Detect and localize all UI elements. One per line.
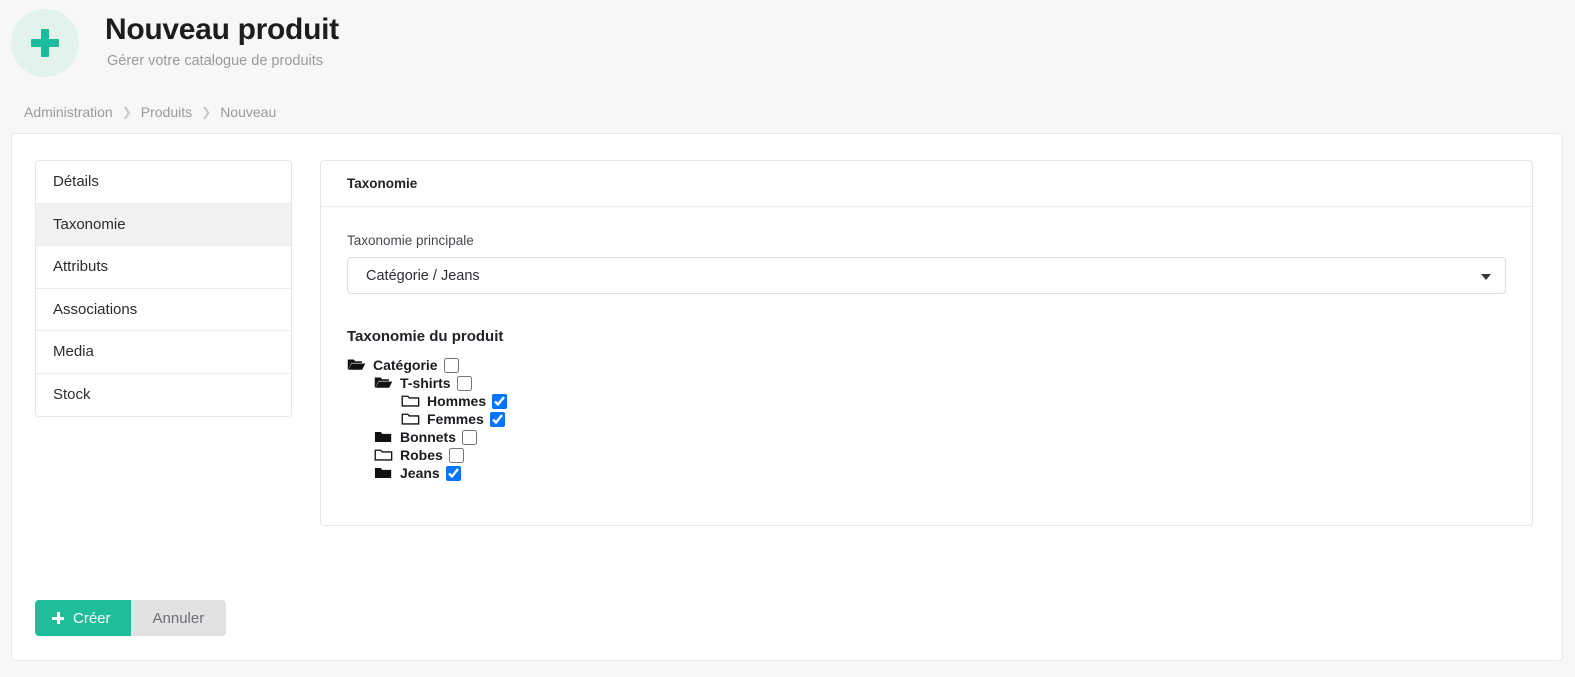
primary-taxonomy-select[interactable]: Catégorie / Jeans xyxy=(347,257,1506,294)
tree-node-label: Catégorie xyxy=(373,357,438,373)
header-text-block: Nouveau produit Gérer votre catalogue de… xyxy=(105,9,339,70)
cancel-button-label: Annuler xyxy=(152,609,205,627)
tab-label: Détails xyxy=(53,173,99,191)
panel-body: Taxonomie principale Catégorie / Jeans T… xyxy=(321,207,1532,525)
tab-list: Détails Taxonomie Attributs Associations… xyxy=(35,160,292,417)
tab-stock[interactable]: Stock xyxy=(36,373,291,416)
tab-taxonomie[interactable]: Taxonomie xyxy=(36,203,291,246)
tab-label: Attributs xyxy=(53,258,109,276)
tree-node-checkbox[interactable] xyxy=(489,411,505,427)
tree-node-t-shirts: T-shirts xyxy=(374,375,1506,391)
taxonomy-tree: Catégorie T-shirts Hommes Femmes Bonnets… xyxy=(347,357,1506,481)
content-card: Détails Taxonomie Attributs Associations… xyxy=(11,133,1563,661)
folder-open-icon xyxy=(374,375,393,391)
plus-icon xyxy=(30,28,60,58)
tab-associations[interactable]: Associations xyxy=(36,288,291,331)
tab-attributs[interactable]: Attributs xyxy=(36,246,291,289)
taxonomy-panel: Taxonomie Taxonomie principale Catégorie… xyxy=(320,160,1533,526)
breadcrumb-item-administration[interactable]: Administration xyxy=(24,104,113,120)
primary-taxonomy-label: Taxonomie principale xyxy=(347,233,474,248)
folder-outline-icon xyxy=(401,393,420,409)
tree-node-label: Femmes xyxy=(427,411,484,427)
tree-node-label: T-shirts xyxy=(400,375,451,391)
tree-node-hommes: Hommes xyxy=(401,393,1506,409)
page-header: Nouveau produit Gérer votre catalogue de… xyxy=(0,0,1575,133)
tree-node-checkbox[interactable] xyxy=(462,429,477,445)
tree-node-checkbox[interactable] xyxy=(448,447,464,463)
tab-label: Associations xyxy=(53,300,138,318)
tab-media[interactable]: Media xyxy=(36,331,291,374)
cancel-button[interactable]: Annuler xyxy=(130,600,227,636)
page-icon-badge xyxy=(11,9,79,77)
form-actions: Créer Annuler xyxy=(35,600,227,636)
page-subtitle: Gérer votre catalogue de produits xyxy=(107,52,324,69)
breadcrumb-item-nouveau: Nouveau xyxy=(220,104,277,120)
tree-node-jeans: Jeans xyxy=(374,465,1506,481)
folder-outline-icon xyxy=(401,411,420,427)
tree-title: Taxonomie du produit xyxy=(347,328,504,345)
primary-taxonomy-value: Catégorie / Jeans xyxy=(366,267,480,284)
breadcrumb-item-produits[interactable]: Produits xyxy=(141,104,192,120)
plus-icon xyxy=(52,612,64,624)
create-button-label: Créer xyxy=(73,609,111,627)
tree-node-categorie: Catégorie xyxy=(347,357,1506,373)
panel-header: Taxonomie xyxy=(321,161,1532,207)
folder-filled-icon xyxy=(374,465,393,481)
chevron-down-icon xyxy=(1481,273,1491,280)
panel-title: Taxonomie xyxy=(347,176,418,191)
folder-open-icon xyxy=(347,357,366,373)
page-root: Nouveau produit Gérer votre catalogue de… xyxy=(0,0,1575,677)
chevron-right-icon: ❯ xyxy=(121,105,132,119)
tab-label: Media xyxy=(53,343,94,361)
tab-label: Stock xyxy=(53,386,91,404)
tab-details[interactable]: Détails xyxy=(36,161,291,204)
tree-node-checkbox[interactable] xyxy=(443,357,459,373)
tree-node-label: Hommes xyxy=(427,393,487,409)
tree-node-bonnets: Bonnets xyxy=(374,429,1506,445)
tab-label: Taxonomie xyxy=(53,215,126,233)
folder-outline-icon xyxy=(374,447,393,463)
create-button[interactable]: Créer xyxy=(35,600,131,636)
tree-node-label: Bonnets xyxy=(400,429,456,445)
tree-node-checkbox[interactable] xyxy=(445,465,461,481)
tree-node-label: Jeans xyxy=(400,465,440,481)
chevron-right-icon: ❯ xyxy=(201,105,212,119)
tree-node-label: Robes xyxy=(400,447,443,463)
tree-node-checkbox[interactable] xyxy=(492,393,508,409)
breadcrumb: Administration ❯ Produits ❯ Nouveau xyxy=(24,104,276,120)
header-title-row: Nouveau produit Gérer votre catalogue de… xyxy=(11,9,339,77)
tree-node-femmes: Femmes xyxy=(401,411,1506,427)
tree-node-checkbox[interactable] xyxy=(456,375,472,391)
page-title: Nouveau produit xyxy=(105,13,339,46)
tree-node-robes: Robes xyxy=(374,447,1506,463)
folder-filled-icon xyxy=(374,429,393,445)
